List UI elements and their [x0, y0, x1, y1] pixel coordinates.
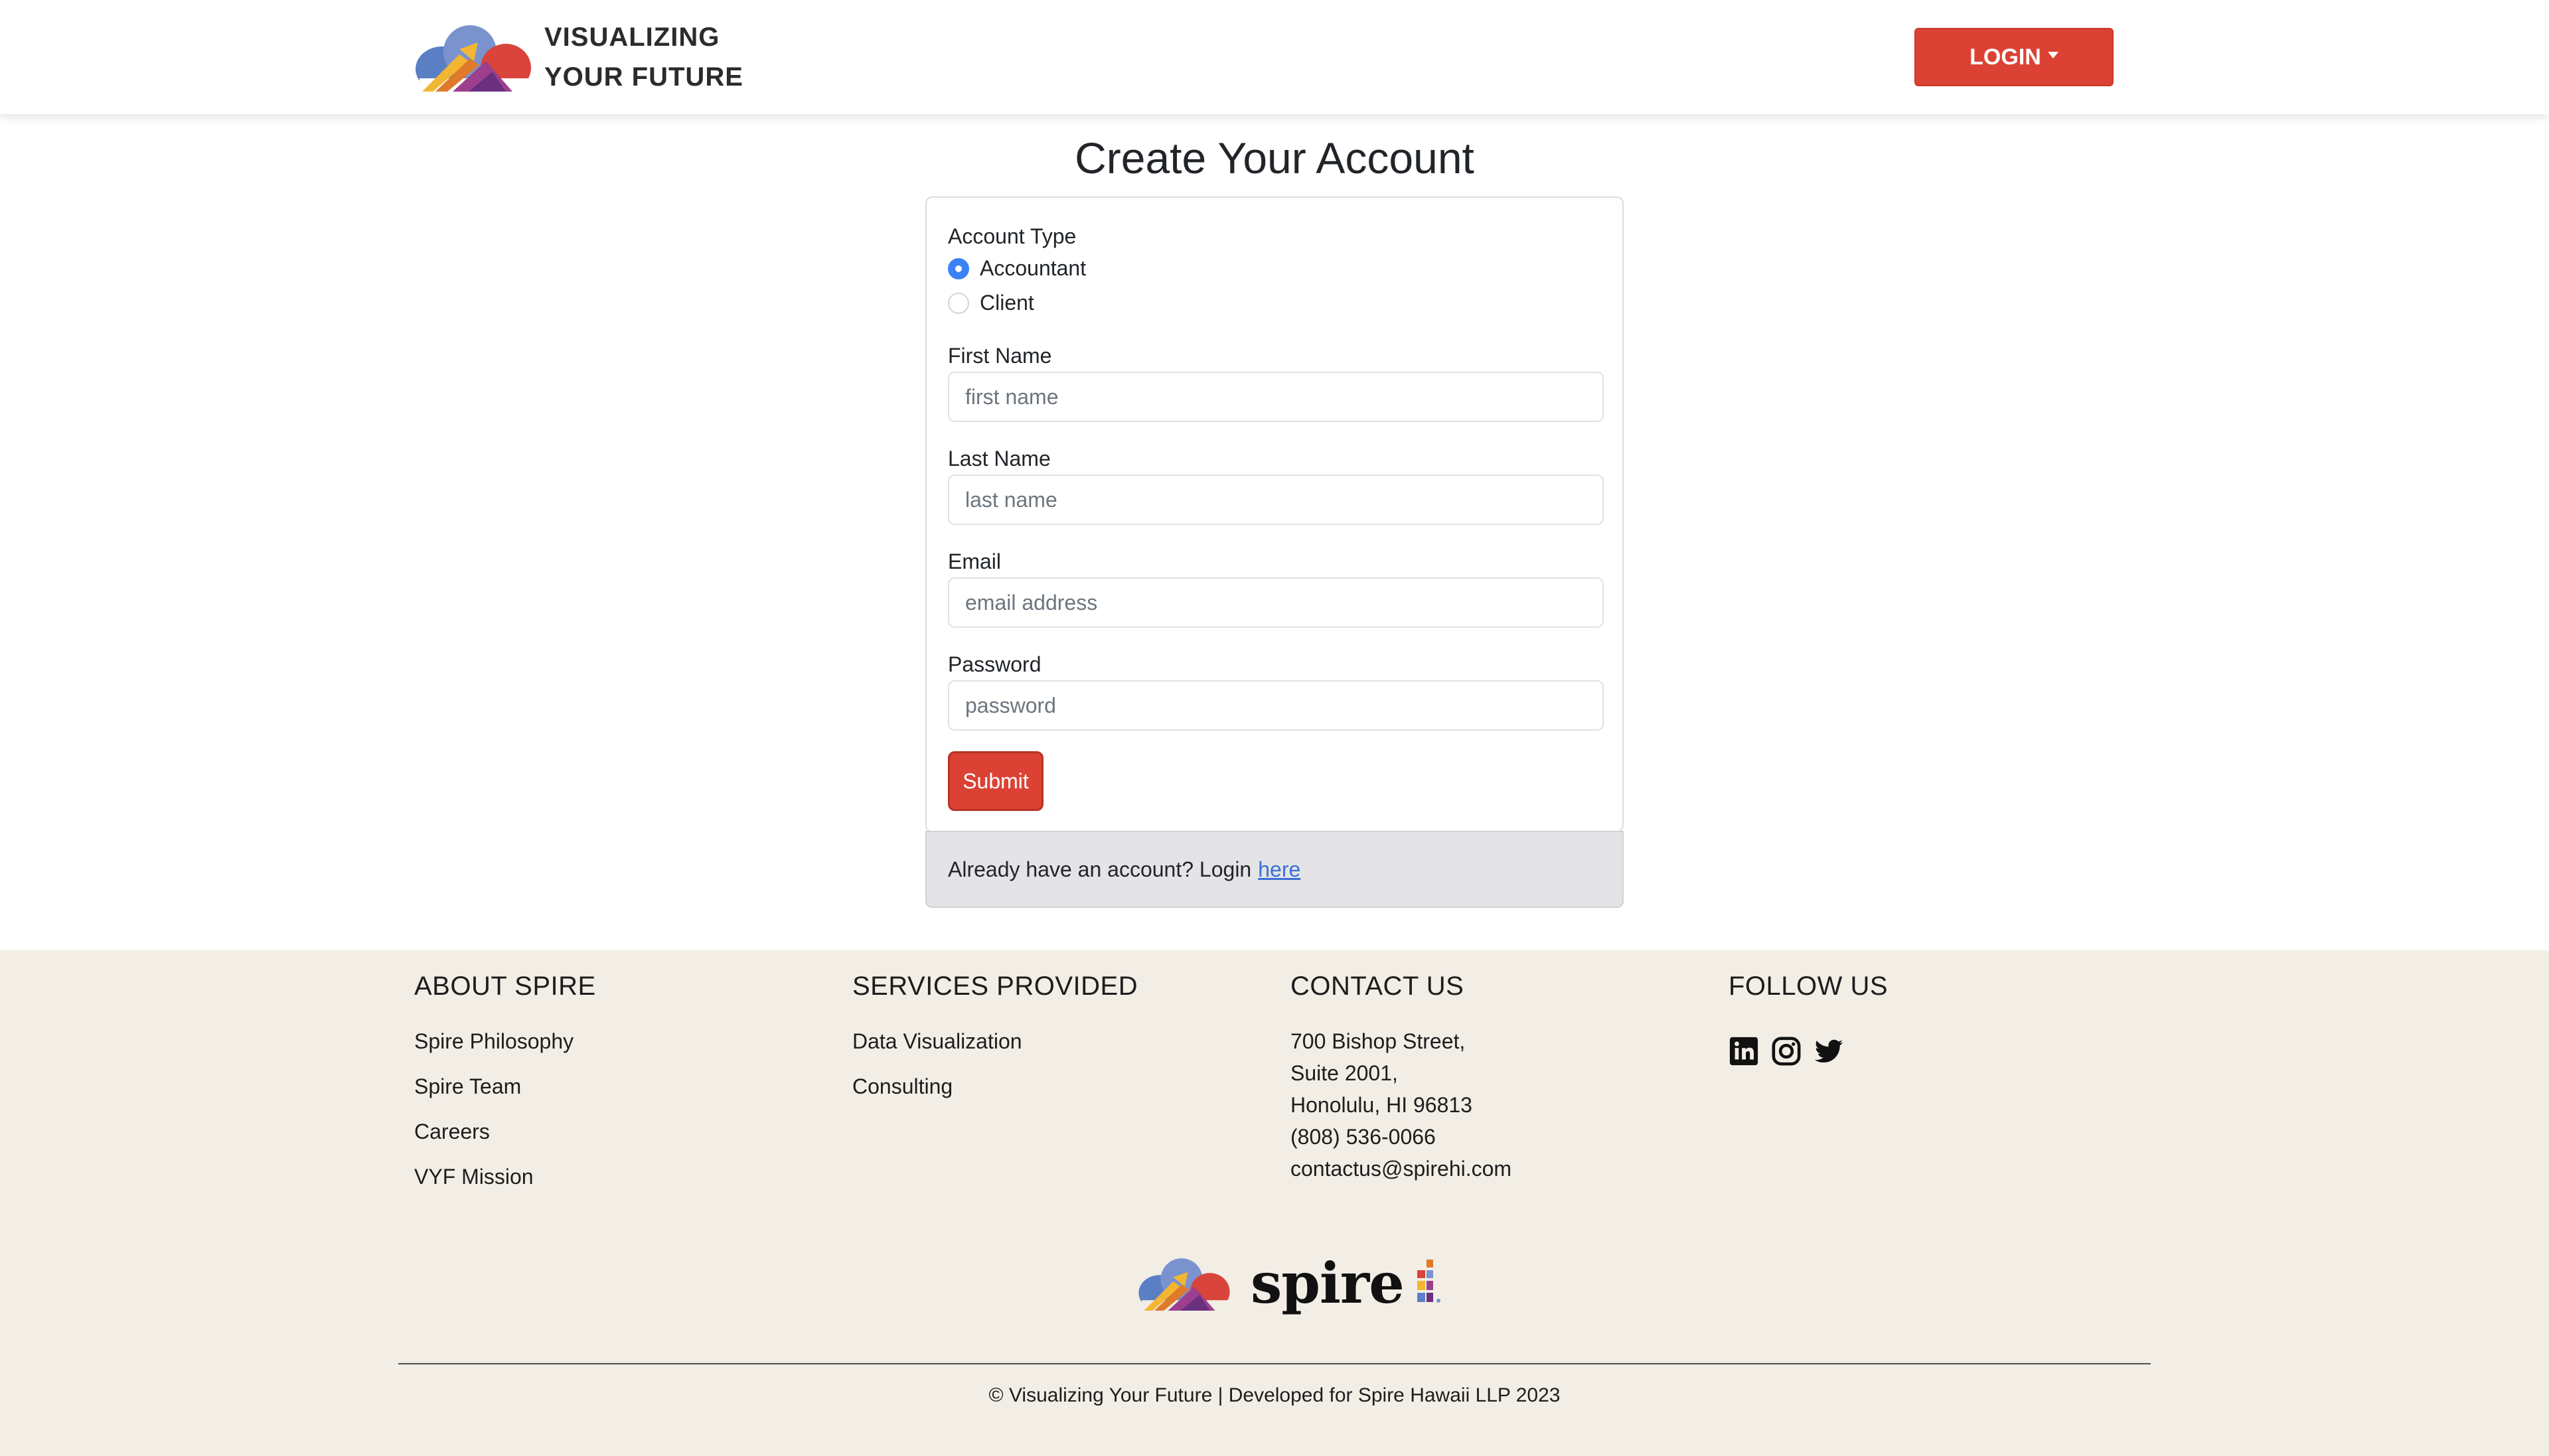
login-dropdown-button[interactable]: LOGIN [1914, 28, 2114, 86]
footer-services: SERVICES PROVIDED Data Visualization Con… [852, 972, 1138, 1118]
footer-link-data-visualization[interactable]: Data Visualization [852, 1028, 1138, 1073]
spire-logo-icon [1417, 1259, 1440, 1303]
login-prompt-text: Already have an account? Login [948, 857, 1252, 881]
login-here-link[interactable]: here [1258, 857, 1300, 882]
caret-down-icon [2047, 52, 2058, 58]
first-name-input[interactable] [948, 372, 1604, 422]
submit-button[interactable]: Submit [948, 751, 1043, 811]
page-title: Create Your Account [1075, 133, 1474, 182]
radio-accountant-label: Accountant [980, 256, 1087, 280]
contact-phone: (808) 536-0066 [1290, 1125, 1436, 1149]
contact-email: contactus@spirehi.com [1290, 1157, 1512, 1181]
footer-link-careers[interactable]: Careers [414, 1118, 596, 1163]
footer-logos: spire [1136, 1250, 1442, 1316]
account-type-label: Account Type [948, 224, 1077, 248]
brand[interactable]: VISUALIZING YOUR FUTURE [413, 17, 743, 97]
instagram-icon[interactable] [1771, 1036, 1802, 1066]
radio-button-checked[interactable] [948, 257, 969, 279]
linkedin-icon[interactable] [1729, 1036, 1759, 1066]
first-name-label: First Name [948, 344, 1052, 368]
password-input[interactable] [948, 680, 1604, 731]
footer-link-philosophy[interactable]: Spire Philosophy [414, 1028, 596, 1073]
footer-follow: FOLLOW US [1729, 972, 1888, 1066]
copyright-text: © Visualizing Your Future | Developed fo… [988, 1384, 1561, 1406]
brand-line-2: YOUR FUTURE [544, 62, 743, 92]
footer-contact-heading: CONTACT US [1290, 972, 1464, 1001]
contact-address-suite: Suite 2001, [1290, 1061, 1398, 1085]
spire-wordmark: spire [1251, 1250, 1405, 1316]
site-footer: ABOUT SPIRE Spire Philosophy Spire Team … [0, 950, 2549, 1456]
footer-contact: CONTACT US 700 Bishop Street, Suite 2001… [1290, 972, 1511, 1185]
cloud-logo-icon [416, 25, 531, 92]
footer-link-mission[interactable]: VYF Mission [414, 1163, 596, 1208]
footer-divider [398, 1363, 2151, 1364]
email-input[interactable] [948, 577, 1604, 628]
password-label: Password [948, 652, 1042, 676]
brand-line-1: VISUALIZING [544, 23, 720, 52]
last-name-label: Last Name [948, 447, 1051, 471]
footer-services-heading: SERVICES PROVIDED [852, 972, 1138, 1001]
card-footer: Already have an account? Login here [925, 831, 1624, 908]
footer-link-consulting[interactable]: Consulting [852, 1073, 1138, 1118]
email-label: Email [948, 549, 1002, 573]
radio-button[interactable] [948, 292, 969, 314]
login-label: LOGIN [1970, 44, 2041, 70]
footer-about-heading: ABOUT SPIRE [414, 972, 596, 1001]
radio-client-label: Client [980, 291, 1034, 315]
last-name-input[interactable] [948, 474, 1604, 525]
contact-address-street: 700 Bishop Street, [1290, 1029, 1466, 1053]
brand-name: VISUALIZING YOUR FUTURE [544, 17, 743, 97]
footer-link-team[interactable]: Spire Team [414, 1073, 596, 1118]
navbar: VISUALIZING YOUR FUTURE LOGIN [0, 0, 2549, 114]
footer-about: ABOUT SPIRE Spire Philosophy Spire Team … [414, 972, 596, 1208]
twitter-icon[interactable] [1814, 1036, 1844, 1066]
radio-accountant[interactable]: Accountant [948, 256, 1086, 281]
radio-client[interactable]: Client [948, 291, 1034, 315]
footer-follow-heading: FOLLOW US [1729, 972, 1889, 1001]
contact-address-city: Honolulu, HI 96813 [1290, 1093, 1472, 1117]
signup-card: Account Type Accountant Client First Nam… [925, 196, 1624, 832]
cloud-logo-icon [1138, 1258, 1230, 1311]
